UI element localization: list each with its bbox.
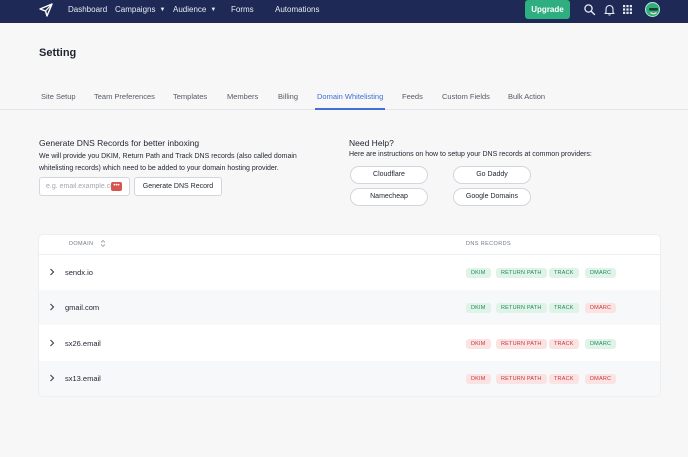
table-row[interactable]: sx26.email DKIM RETURN PATH TRACK DMARC (39, 326, 660, 361)
domains-table: DOMAIN DNS RECORDS sendx.io DKIM RETURN PA… (39, 235, 660, 396)
avatar[interactable] (645, 2, 660, 17)
domain-name: sx13.email (65, 373, 101, 383)
tab-site-setup[interactable]: Site Setup (41, 92, 76, 101)
table-row[interactable]: gmail.com DKIM RETURN PATH TRACK DMARC (39, 290, 660, 326)
tab-members[interactable]: Members (227, 92, 258, 101)
status-badge-dmarc: DMARC (585, 338, 617, 349)
tab-bulk-action[interactable]: Bulk Action (508, 92, 545, 101)
nav-item-label: Automations (275, 5, 320, 14)
nav-item-campaigns[interactable]: Campaigns ▼ (115, 0, 165, 20)
nav-item-automations[interactable]: Automations (275, 0, 319, 20)
status-badge-return-path: RETURN PATH (496, 268, 547, 278)
nav-item-audience[interactable]: Audience ▼ (173, 0, 216, 20)
nav-item-label: Dashboard (68, 5, 108, 14)
chevron-right-icon[interactable] (48, 373, 56, 383)
status-badge-dmarc: DMARC (585, 268, 617, 278)
chevron-down-icon: ▼ (159, 7, 166, 13)
nav-item-label: Campaigns (115, 5, 156, 14)
status-badge-dkim: DKIM (466, 268, 491, 278)
generate-dns-title: Generate DNS Records for better inboxing (39, 138, 200, 148)
user-avatar-icon (646, 3, 659, 16)
chevron-right-icon[interactable] (48, 302, 56, 312)
column-header-domain[interactable]: DOMAIN (69, 241, 93, 247)
tab-templates[interactable]: Templates (173, 92, 207, 101)
status-badge-track: TRACK (549, 268, 579, 278)
sort-icon[interactable] (100, 239, 106, 248)
nav-item-forms[interactable]: Forms (231, 0, 254, 20)
domain-name: sx26.email (65, 338, 101, 348)
table-row[interactable]: sendx.io DKIM RETURN PATH TRACK DMARC (39, 255, 660, 290)
provider-button-namecheap[interactable]: Namecheap (350, 188, 428, 206)
domain-name: sendx.io (65, 268, 93, 277)
upgrade-button[interactable]: Upgrade (525, 0, 570, 19)
status-badge-track: TRACK (549, 303, 579, 314)
status-badge-dmarc: DMARC (585, 303, 617, 314)
table-row[interactable]: sx13.email DKIM RETURN PATH TRACK DMARC (39, 360, 660, 396)
status-badge-return-path: RETURN PATH (496, 303, 547, 314)
status-badge-dkim: DKIM (466, 338, 491, 349)
paper-plane-logo-icon[interactable] (38, 2, 54, 18)
top-nav-bar: Dashboard Campaigns ▼ Audience ▼ Forms Aut… (0, 0, 688, 23)
provider-button-google-domains[interactable]: Google Domains (453, 188, 531, 206)
tab-billing[interactable]: Billing (278, 92, 298, 101)
domain-name: gmail.com (65, 303, 100, 313)
status-badge-track: TRACK (549, 338, 579, 349)
apps-grid-icon[interactable] (621, 3, 634, 16)
column-header-dns-records: DNS RECORDS (466, 241, 512, 247)
generate-dns-record-button[interactable]: Generate DNS Record (134, 177, 222, 196)
chevron-down-icon: ▼ (210, 7, 217, 13)
chevron-right-icon[interactable] (48, 267, 56, 277)
table-header: DOMAIN DNS RECORDS (39, 235, 660, 255)
tab-custom-fields[interactable]: Custom Fields (442, 92, 490, 101)
tab-domain-whitelisting[interactable]: Domain Whitelisting (317, 92, 383, 101)
help-description: Here are instructions on how to setup yo… (349, 151, 592, 158)
provider-button-cloudflare[interactable]: Cloudflare (350, 166, 428, 184)
nav-item-label: Audience (173, 5, 207, 14)
status-badge-return-path: RETURN PATH (496, 338, 547, 349)
status-badge-dmarc: DMARC (585, 373, 617, 384)
password-manager-icon[interactable]: ••• (111, 182, 122, 191)
chevron-right-icon[interactable] (48, 338, 56, 348)
bell-icon[interactable] (603, 3, 616, 16)
generate-dns-description: We will provide you DKIM, Return Path an… (39, 153, 297, 172)
nav-item-label: Forms (231, 5, 254, 14)
status-badge-dkim: DKIM (466, 303, 491, 314)
search-icon[interactable] (583, 3, 596, 16)
page-title: Setting (39, 47, 77, 59)
tab-feeds[interactable]: Feeds (402, 92, 423, 101)
status-badge-dkim: DKIM (466, 373, 491, 384)
provider-button-godaddy[interactable]: Go Daddy (453, 166, 531, 184)
active-tab-indicator (315, 108, 385, 110)
settings-tabs: Site Setup Team Preferences Templates Me… (0, 84, 688, 110)
help-title: Need Help? (349, 138, 394, 148)
status-badge-return-path: RETURN PATH (496, 373, 547, 384)
tab-team-preferences[interactable]: Team Preferences (94, 92, 155, 101)
nav-item-dashboard[interactable]: Dashboard (68, 0, 107, 20)
status-badge-track: TRACK (549, 373, 579, 384)
